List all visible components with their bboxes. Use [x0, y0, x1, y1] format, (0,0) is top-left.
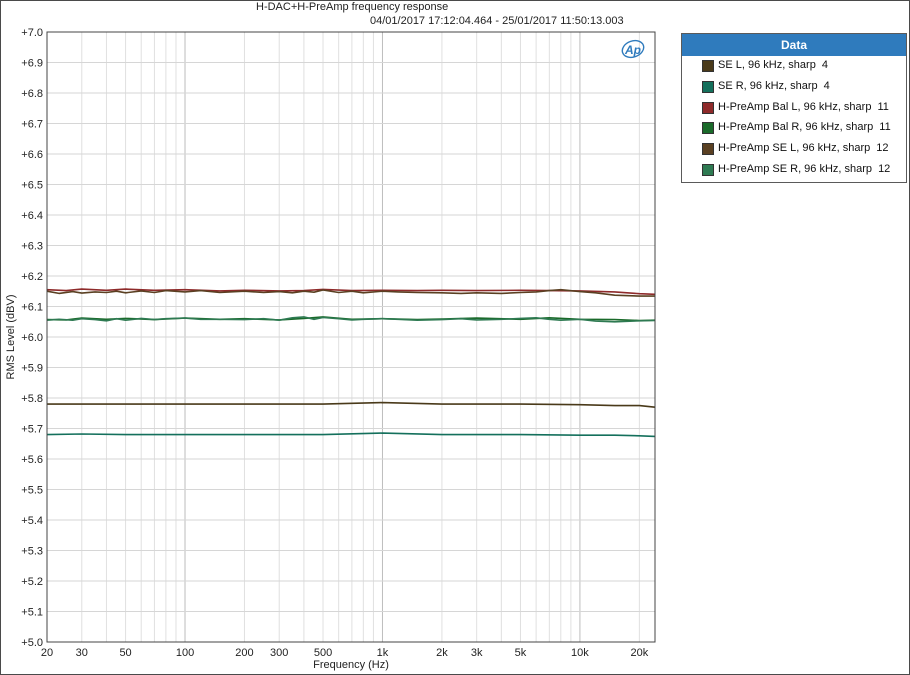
y-tick-label: +6.7: [21, 119, 43, 131]
x-axis-label: Frequency (Hz): [313, 659, 389, 671]
legend-count: 11: [879, 121, 891, 134]
x-tick-label: 300: [270, 647, 288, 659]
y-tick-label: +6.5: [21, 180, 43, 192]
x-tick-label: 1k: [377, 647, 389, 659]
x-tick-label: 50: [119, 647, 131, 659]
legend-label: H-PreAmp Bal R, 96 kHz, sharp 11: [718, 121, 891, 134]
legend-count: 4: [821, 59, 828, 71]
legend-item-4[interactable]: H-PreAmp Bal R, 96 kHz, sharp 11: [682, 118, 906, 139]
ap-logo: Ap: [620, 38, 646, 60]
y-tick-label: +5.9: [21, 363, 43, 375]
legend-items: SE L, 96 kHz, sharp 4 SE R, 96 kHz, sharp 4…: [682, 56, 906, 181]
legend-header: Data: [682, 34, 906, 56]
legend-swatch: [702, 163, 714, 176]
y-tick-label: +7.0: [21, 27, 43, 39]
y-tick-label: +5.6: [21, 454, 43, 466]
x-tick-label: 5k: [515, 647, 527, 659]
legend-label: H-PreAmp SE L, 96 kHz, sharp 12: [718, 142, 889, 155]
legend-label: H-PreAmp Bal L, 96 kHz, sharp 11: [718, 100, 889, 113]
y-tick-label: +6.3: [21, 241, 43, 253]
legend-item-5[interactable]: H-PreAmp SE L, 96 kHz, sharp 12: [682, 139, 906, 160]
grid: [47, 31, 655, 643]
legend-item-2[interactable]: SE R, 96 kHz, sharp 4: [682, 77, 906, 98]
x-tick-label: 30: [76, 647, 88, 659]
y-axis-label: RMS Level (dBV): [5, 295, 17, 380]
y-tick-label: +5.8: [21, 393, 43, 405]
y-tick-label: +5.3: [21, 546, 43, 558]
y-tick-label: +5.4: [21, 515, 43, 527]
x-tick-label: 20k: [630, 647, 648, 659]
legend-label: SE L, 96 kHz, sharp 4: [718, 59, 828, 71]
legend-panel[interactable]: Data SE L, 96 kHz, sharp 4 SE R, 96 kHz, s…: [681, 33, 907, 183]
y-tick-label: +5.7: [21, 424, 43, 436]
legend-item-1[interactable]: SE L, 96 kHz, sharp 4: [682, 56, 906, 77]
legend-swatch: [702, 122, 714, 135]
y-tick-label: +6.1: [21, 302, 43, 314]
y-tick-label: +5.2: [21, 576, 43, 588]
legend-swatch: [702, 80, 714, 93]
y-tick-label: +5.1: [21, 607, 43, 619]
x-tick-label: 3k: [471, 647, 483, 659]
legend-count: 12: [878, 162, 891, 175]
legend-swatch: [702, 60, 714, 72]
legend-count: 4: [823, 79, 830, 92]
x-tick-label: 500: [314, 647, 332, 659]
legend-item-3[interactable]: H-PreAmp Bal L, 96 kHz, sharp 11: [682, 98, 906, 119]
y-tick-label: +5.0: [21, 637, 43, 649]
y-tick-label: +6.0: [21, 332, 43, 344]
legend-swatch: [702, 101, 714, 114]
y-tick-label: +6.8: [21, 88, 43, 100]
y-tick-label: +6.9: [21, 58, 43, 70]
y-tick-label: +6.6: [21, 149, 43, 161]
x-tick-label: 2k: [436, 647, 448, 659]
legend-count: 12: [876, 142, 889, 155]
legend-item-6[interactable]: H-PreAmp SE R, 96 kHz, sharp 12: [682, 160, 906, 181]
x-tick-label: 10k: [571, 647, 589, 659]
legend-count: 11: [877, 100, 889, 113]
legend-label: H-PreAmp SE R, 96 kHz, sharp 12: [718, 162, 891, 175]
y-tick-label: +6.2: [21, 271, 43, 283]
x-tick-label: 100: [176, 647, 194, 659]
x-tick-label: 20: [41, 647, 53, 659]
y-tick-label: +6.4: [21, 210, 43, 222]
svg-text:Ap: Ap: [624, 43, 641, 57]
x-tick-label: 200: [235, 647, 253, 659]
legend-swatch: [702, 143, 714, 156]
y-tick-label: +5.5: [21, 485, 43, 497]
legend-label: SE R, 96 kHz, sharp 4: [718, 79, 830, 92]
